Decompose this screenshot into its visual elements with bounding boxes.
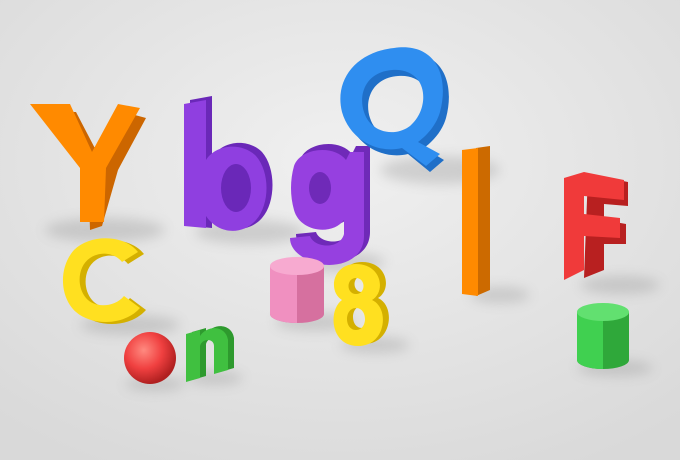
letter-g <box>290 143 370 265</box>
red-sphere <box>124 332 176 384</box>
3d-scene <box>0 0 680 460</box>
pink-cylinder <box>270 257 324 323</box>
green-cylinder <box>577 303 629 369</box>
scene-canvas <box>0 0 680 460</box>
letter-l <box>462 146 490 296</box>
digit-8 <box>333 262 389 346</box>
